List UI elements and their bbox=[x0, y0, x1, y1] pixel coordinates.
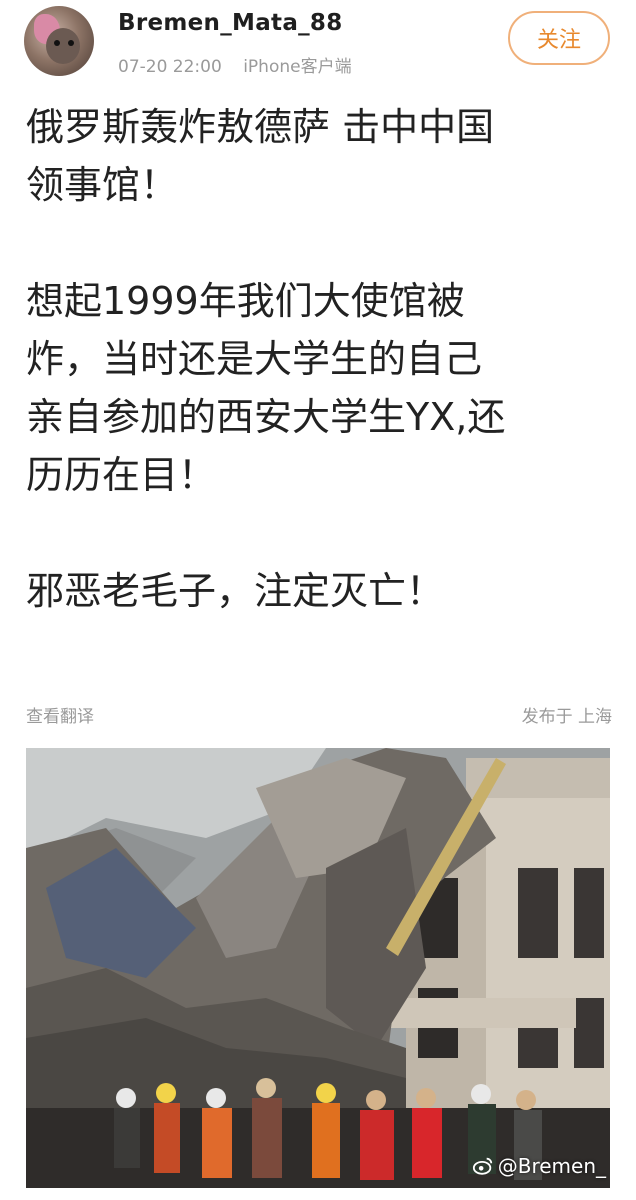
avatar-face-shape bbox=[46, 28, 80, 64]
post-location: 发布于 上海 bbox=[521, 707, 612, 727]
post-header: Bremen_Mata_88 07-20 22:00 iPhone客户端 关注 bbox=[0, 0, 636, 90]
photo-watermark: @Bremen_ bbox=[472, 1154, 606, 1178]
post-line: 邪恶老毛子，注定灭亡！ bbox=[26, 569, 445, 613]
collapsed-building-illustration bbox=[26, 748, 610, 1188]
post-line: 炸，当时还是大学生的自己 bbox=[26, 337, 483, 381]
post-line: 俄罗斯轰炸敖德萨 击中中国 bbox=[26, 105, 495, 149]
post-meta: 07-20 22:00 iPhone客户端 bbox=[118, 52, 368, 77]
post-text: 俄罗斯轰炸敖德萨 击中中国 领事馆！ 想起1999年我们大使馆被 炸，当时还是大… bbox=[26, 98, 616, 620]
username[interactable]: Bremen_Mata_88 bbox=[118, 10, 343, 36]
post-line: 历历在目！ bbox=[26, 453, 217, 497]
post-line: 亲自参加的西安大学生YX,还 bbox=[26, 395, 506, 439]
post-photo[interactable]: @Bremen_ bbox=[26, 748, 610, 1188]
avatar-eye-shape bbox=[54, 40, 60, 46]
post-source: iPhone客户端 bbox=[243, 57, 352, 77]
post-date: 07-20 22:00 bbox=[118, 57, 222, 77]
watermark-text: @Bremen_ bbox=[497, 1154, 606, 1178]
follow-button[interactable]: 关注 bbox=[508, 11, 610, 65]
avatar[interactable] bbox=[24, 6, 94, 76]
weibo-icon bbox=[472, 1157, 492, 1175]
avatar-eye-shape bbox=[68, 40, 74, 46]
post-footer: 查看翻译 发布于 上海 bbox=[26, 702, 612, 728]
translate-link[interactable]: 查看翻译 bbox=[26, 702, 94, 727]
post-line: 想起1999年我们大使馆被 bbox=[26, 279, 465, 323]
post-line: 领事馆！ bbox=[26, 163, 179, 207]
weibo-post-page: Bremen_Mata_88 07-20 22:00 iPhone客户端 关注 … bbox=[0, 0, 636, 1200]
